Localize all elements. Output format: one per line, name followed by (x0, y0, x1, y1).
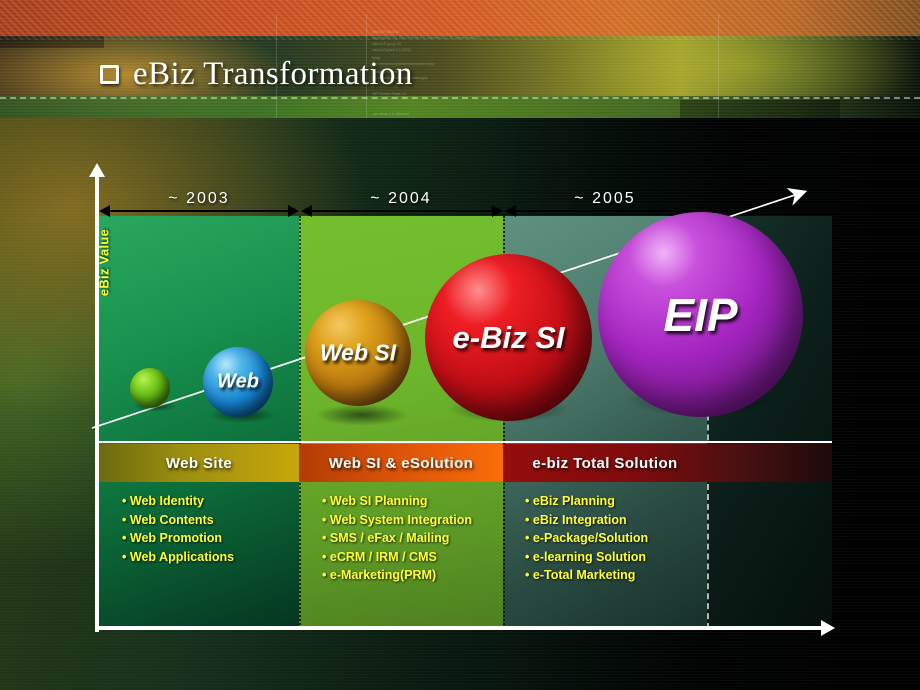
list-item-label: Web Contents (129, 512, 214, 527)
list-item: • eCRM / IRM / CMS (322, 548, 472, 567)
header-dashed-rule (0, 97, 920, 99)
square-bullet-icon (100, 65, 119, 84)
list-item: • eBiz Planning (525, 492, 648, 511)
category-bar-top-rule (99, 441, 832, 443)
list-item: • Web Identity (122, 492, 234, 511)
category-header-ebiz-total-solution-label: e-biz Total Solution (532, 454, 678, 472)
feature-list-web-site: • Web Identity • Web Contents • Web Prom… (122, 492, 234, 566)
header-micro-text-4: Internal Explorer 6.0 (2002) (372, 48, 411, 52)
list-item-label: Web Applications (129, 549, 235, 564)
sphere-eip-label: EIP (663, 288, 738, 341)
category-header-web-si-esolution-label: Web SI & eSolution (328, 454, 474, 472)
list-bullet-icon: • (525, 568, 530, 582)
category-header-web-site[interactable]: Web Site (99, 444, 299, 482)
feature-list-ebiz-total-solution: • eBiz Planning • eBiz Integration • e-P… (525, 492, 648, 585)
list-item: • e-Marketing(PRM) (322, 566, 472, 585)
page-title-text: eBiz Transformation (133, 56, 413, 92)
header-orange-strip (0, 0, 920, 36)
list-item: • SMS / eFax / Mailing (322, 529, 472, 548)
list-item: • e-learning Solution (525, 548, 648, 567)
list-bullet-icon: • (525, 494, 530, 508)
list-item: • Web System Integration (322, 511, 472, 530)
sphere-web-label: Web (217, 370, 259, 393)
header-micro-text-1: Internal Product list (372, 30, 400, 34)
sphere-ebiz-si: e-Biz SI (425, 254, 592, 421)
feature-list-web-si-esolution: • Web SI Planning • Web System Integrati… (322, 492, 472, 585)
category-header-web-site-label: Web Site (165, 454, 233, 472)
header-micro-text-3: Internal IE group: 54 (372, 42, 401, 46)
category-header-ebiz-total-solution[interactable]: e-biz Total Solution (503, 444, 832, 482)
sphere-web-si: Web SI (305, 300, 411, 406)
list-bullet-icon: • (525, 531, 530, 545)
list-item-label: e-Total Marketing (532, 568, 636, 582)
header-micro-text-10: .mcu studio 3.0, difference (372, 112, 410, 116)
list-item-label: Web Promotion (129, 531, 223, 545)
sphere-seed (130, 368, 170, 408)
list-item: • Web Applications (122, 548, 234, 567)
list-bullet-icon: • (122, 549, 127, 564)
x-axis-arrowhead (821, 620, 835, 636)
list-item: • Web Promotion (122, 529, 234, 548)
header-block-b (680, 100, 840, 118)
list-item: • Web SI Planning (322, 492, 472, 511)
list-bullet-icon: • (122, 494, 127, 508)
header-micro-text-2: Msgs: x86 NT 4.0, Fixed 2 Server 5.0, Sh… (372, 36, 479, 40)
list-item-label: SMS / eFax / Mailing (329, 531, 450, 545)
slide-canvas: Internal Product list Msgs: x86 NT 4.0, … (0, 0, 920, 690)
list-bullet-icon: • (122, 512, 127, 527)
list-bullet-icon: • (322, 549, 327, 564)
list-item-label: eBiz Integration (532, 512, 627, 527)
y-axis-arrowhead (89, 163, 105, 177)
list-item-label: e-Package/Solution (532, 531, 649, 545)
sphere-web-si-label: Web SI (319, 339, 397, 366)
list-item: • e-Total Marketing (525, 566, 648, 585)
list-bullet-icon: • (322, 512, 327, 527)
list-bullet-icon: • (322, 568, 327, 582)
list-item: • Web Contents (122, 511, 234, 530)
list-item-label: Web Identity (129, 494, 204, 508)
list-bullet-icon: • (322, 494, 327, 508)
list-item: • eBiz Integration (525, 511, 648, 530)
list-bullet-icon: • (122, 531, 127, 545)
sphere-web: Web (203, 347, 273, 417)
list-item: • e-Package/Solution (525, 529, 648, 548)
list-bullet-icon: • (525, 549, 530, 564)
list-item-label: Web SI Planning (329, 494, 428, 508)
list-bullet-icon: • (525, 512, 530, 527)
list-bullet-icon: • (322, 531, 327, 545)
list-item-label: Web System Integration (329, 512, 473, 527)
header-vline-3 (718, 14, 719, 118)
x-axis-line (95, 626, 825, 630)
list-item-label: e-learning Solution (532, 549, 647, 564)
page-title: eBiz Transformation (100, 56, 413, 93)
list-item-label: eCRM / IRM / CMS (329, 549, 437, 564)
category-header-web-si-esolution[interactable]: Web SI & eSolution (299, 444, 503, 482)
list-item-label: e-Marketing(PRM) (329, 568, 437, 582)
header-block-a (0, 36, 104, 48)
list-item-label: eBiz Planning (532, 494, 615, 508)
sphere-eip: EIP (598, 212, 803, 417)
sphere-ebiz-si-label: e-Biz SI (452, 319, 565, 355)
